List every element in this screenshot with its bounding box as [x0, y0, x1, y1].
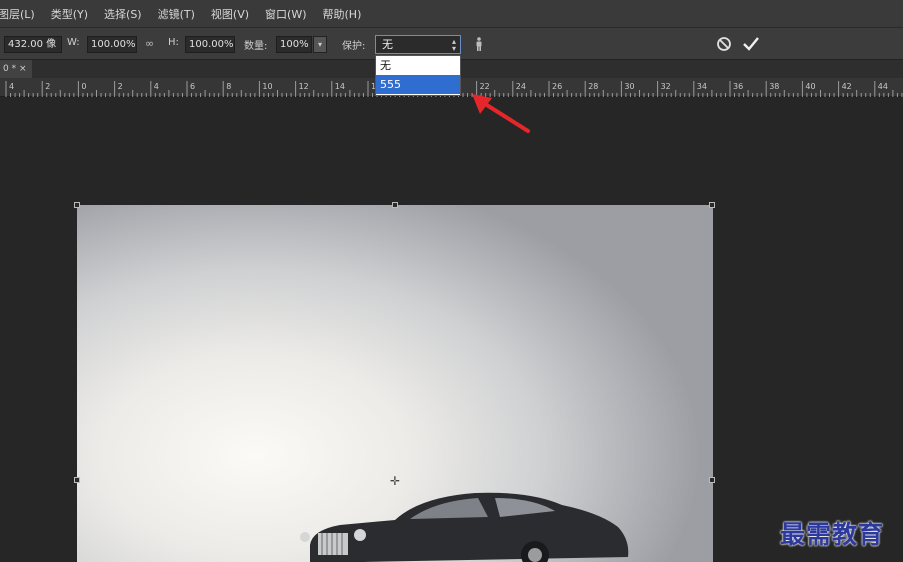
menu-select[interactable]: 选择(S): [96, 6, 150, 22]
menu-layer[interactable]: 图层(L): [0, 6, 43, 22]
ruler-label: 40: [805, 82, 815, 91]
transform-center-icon[interactable]: ✛: [390, 474, 400, 488]
link-chain-icon[interactable]: ∞: [145, 37, 154, 50]
menu-filter[interactable]: 滤镜(T): [150, 6, 203, 22]
menu-help[interactable]: 帮助(H): [315, 6, 370, 22]
document-tab[interactable]: 0 * ×: [0, 60, 32, 78]
ruler-label: 14: [335, 82, 345, 91]
ruler-label: 28: [588, 82, 598, 91]
menu-bar: 图层(L) 类型(Y) 选择(S) 滤镜(T) 视图(V) 窗口(W) 帮助(H…: [0, 0, 903, 28]
protect-option-none[interactable]: 无: [376, 56, 460, 75]
ruler-label: 10: [262, 82, 272, 91]
ruler-label: 12: [299, 82, 309, 91]
amount-dropdown-button[interactable]: ▾: [313, 36, 327, 53]
height-label: H:: [168, 37, 179, 48]
ruler-label: 34: [697, 82, 707, 91]
ruler-label: 8: [226, 82, 231, 91]
protect-figure-icon[interactable]: [474, 37, 484, 51]
height-field[interactable]: 100.00%: [185, 36, 235, 53]
annotation-arrow-icon: [472, 94, 530, 133]
transform-handle-top-left[interactable]: [74, 202, 80, 208]
menu-type[interactable]: 类型(Y): [43, 6, 96, 22]
transform-handle-middle-right[interactable]: [709, 477, 715, 483]
ruler-label: 32: [661, 82, 671, 91]
ruler-label: 36: [733, 82, 743, 91]
protect-option-555[interactable]: 555: [376, 75, 460, 94]
menu-window[interactable]: 窗口(W): [257, 6, 314, 22]
canvas-image[interactable]: [77, 205, 713, 562]
amount-label: 数量:: [244, 41, 268, 52]
transform-handle-top-center[interactable]: [392, 202, 398, 208]
commit-check-icon[interactable]: [742, 36, 760, 52]
cancel-icon[interactable]: [716, 36, 732, 52]
car-image: [300, 492, 629, 562]
watermark-logo: 最需教育: [780, 520, 885, 549]
ruler-label: 0: [81, 82, 86, 91]
protect-dropdown-list: 无 555: [375, 55, 461, 96]
amount-field[interactable]: 100%: [276, 36, 312, 53]
menu-view[interactable]: 视图(V): [203, 6, 257, 22]
ruler-label: 42: [842, 82, 852, 91]
x-position-field[interactable]: 432.00 像: [4, 36, 62, 53]
width-label: W:: [67, 37, 80, 48]
ruler-label: 4: [154, 82, 159, 91]
ruler-label: 2: [118, 82, 123, 91]
ruler-label: 38: [769, 82, 779, 91]
ruler-label: 44: [878, 82, 888, 91]
transform-handle-middle-left[interactable]: [74, 477, 80, 483]
protect-label: 保护:: [342, 41, 366, 52]
transform-handle-top-right[interactable]: [709, 202, 715, 208]
width-field[interactable]: 100.00%: [87, 36, 137, 53]
ruler-label: 30: [624, 82, 634, 91]
protect-select-value: 无: [382, 38, 393, 51]
ruler-label: 6: [190, 82, 195, 91]
ruler-label: 4: [9, 82, 14, 91]
select-arrows-icon: ▴ ▾: [451, 37, 456, 53]
protect-select[interactable]: 无 ▴ ▾: [375, 35, 461, 54]
ruler-label: 26: [552, 82, 562, 91]
ruler-label: 2: [45, 82, 50, 91]
